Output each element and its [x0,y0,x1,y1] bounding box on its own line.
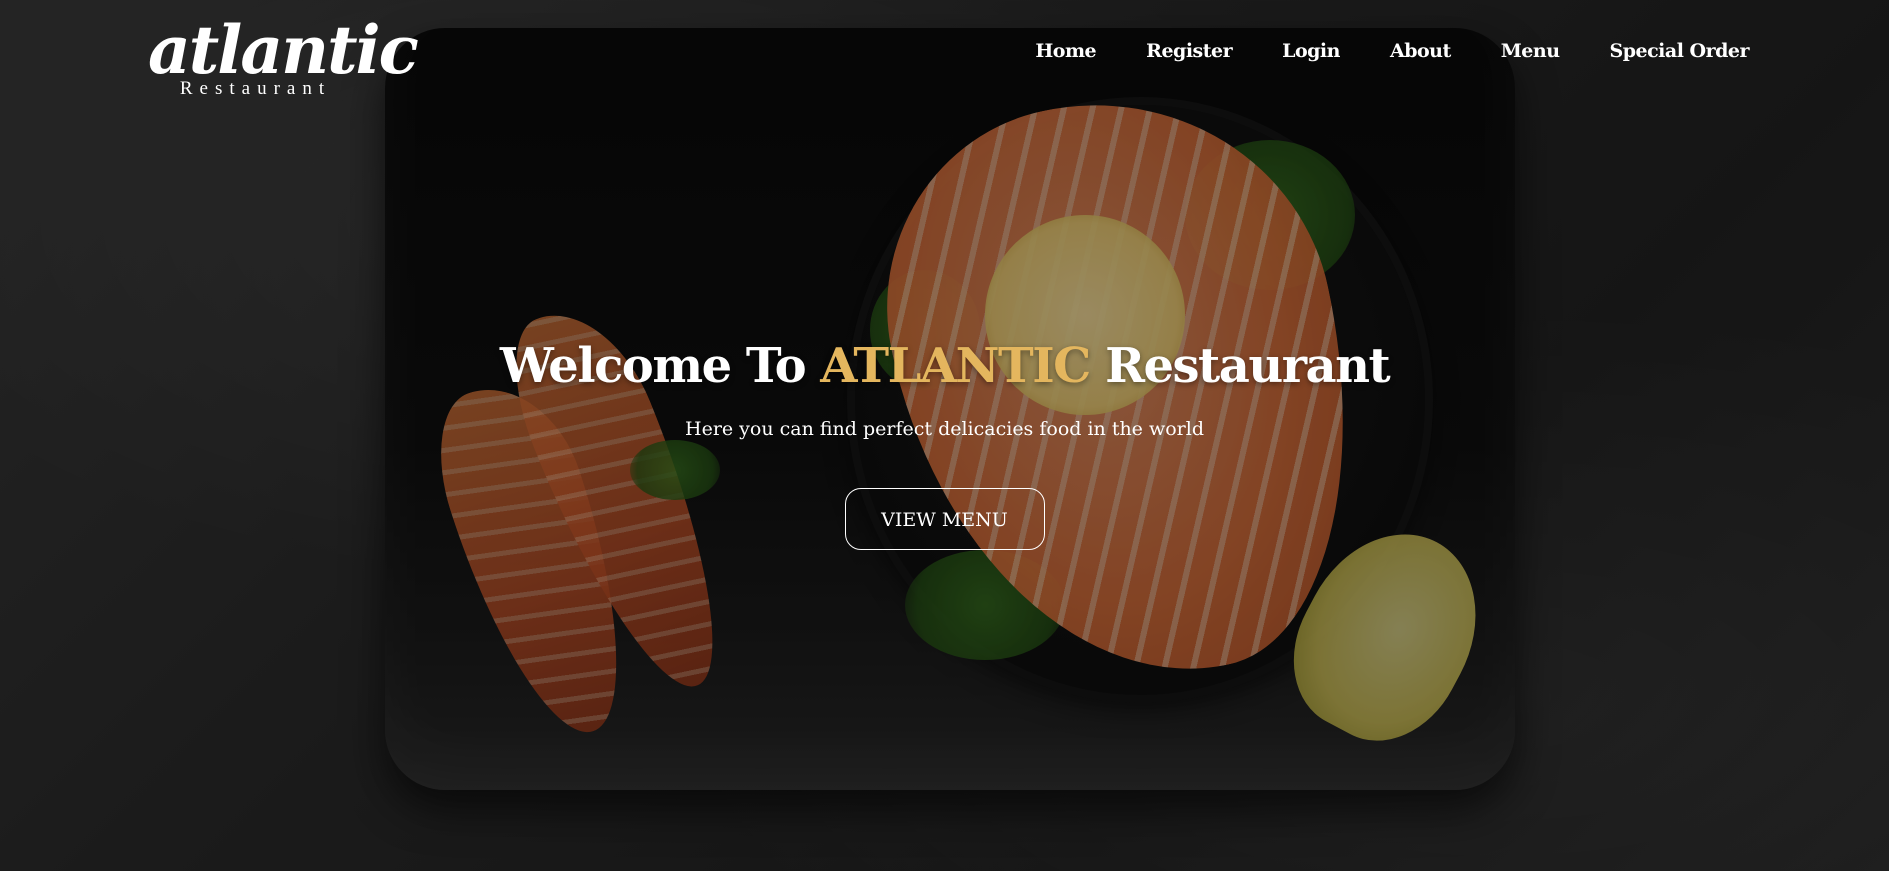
nav-register[interactable]: Register [1146,40,1232,62]
nav-home[interactable]: Home [1035,40,1096,62]
hero-title-prefix: Welcome To [499,338,821,394]
nav-about[interactable]: About [1390,40,1451,62]
logo-tagline: Restaurant [179,78,332,99]
hero-title-suffix: Restaurant [1089,338,1391,394]
hero-title: Welcome To ATLANTIC Restaurant [0,336,1889,396]
hero-content: Welcome To ATLANTIC Restaurant Here you … [0,336,1889,550]
nav-menu[interactable]: Menu [1501,40,1560,62]
nav-login[interactable]: Login [1282,40,1340,62]
view-menu-button[interactable]: VIEW MENU [844,488,1045,550]
hero-subtitle: Here you can find perfect delicacies foo… [685,418,1204,440]
nav-special-order[interactable]: Special Order [1610,40,1750,62]
logo[interactable]: atlantic Restaurant [148,11,419,100]
hero-title-brand: ATLANTIC [820,338,1091,394]
main-nav: Home Register Login About Menu Special O… [985,40,1749,62]
logo-wordmark: atlantic [148,11,419,89]
